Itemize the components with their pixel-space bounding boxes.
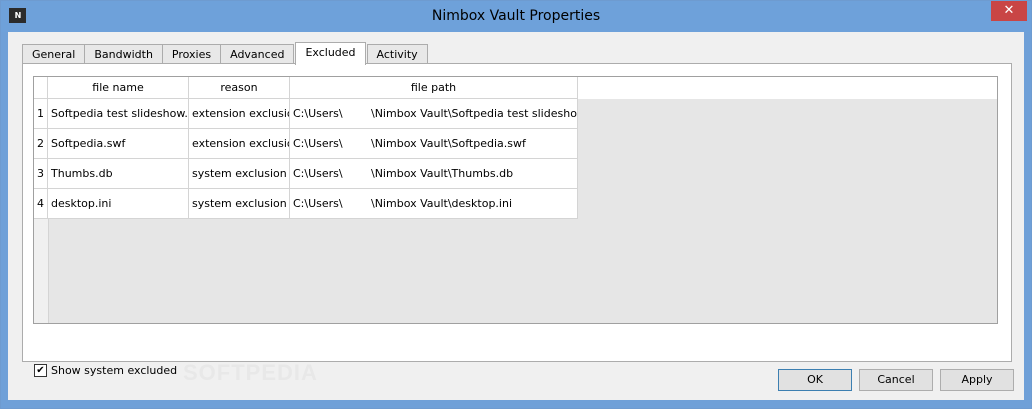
table-row[interactable]: 2 Softpedia.swf extension exclusion C:\U… — [34, 129, 578, 159]
reason-cell: system exclusion — [189, 189, 290, 219]
file-path-cell: C:\Users\ \Nimbox Vault\Thumbs.db — [290, 159, 578, 189]
apply-button[interactable]: Apply — [940, 369, 1014, 391]
table-header: file name reason file path — [34, 77, 997, 99]
table-row[interactable]: 4 desktop.ini system exclusion C:\Users\… — [34, 189, 578, 219]
show-system-excluded-option[interactable]: ✔ Show system excluded — [34, 364, 177, 377]
close-icon: ✕ — [1003, 3, 1015, 18]
file-name-cell: Thumbs.db — [48, 159, 189, 189]
table-row[interactable]: 1 Softpedia test slideshow.flv extension… — [34, 99, 578, 129]
reason-cell: extension exclusion — [189, 99, 290, 129]
window-title: Nimbox Vault Properties — [431, 8, 601, 24]
file-path-suffix: \Nimbox Vault\Thumbs.db — [371, 167, 514, 180]
file-name-cell: desktop.ini — [48, 189, 189, 219]
tab-activity[interactable]: Activity — [366, 44, 428, 64]
ok-button[interactable]: OK — [778, 369, 852, 391]
file-path-suffix: \Nimbox Vault\desktop.ini — [371, 197, 513, 210]
reason-cell: extension exclusion — [189, 129, 290, 159]
tab-general[interactable]: General — [22, 44, 86, 64]
file-path-suffix: \Nimbox Vault\Softpedia.swf — [371, 137, 526, 150]
tab-advanced[interactable]: Advanced — [220, 44, 295, 64]
tab-proxies[interactable]: Proxies — [161, 44, 222, 64]
column-header-reason[interactable]: reason — [189, 77, 290, 99]
file-path-prefix: C:\Users\ — [293, 167, 343, 180]
softpedia-watermark: SOFTPEDIA — [183, 360, 318, 385]
excluded-panel: file name reason file path 1 Softpedia t… — [22, 63, 1012, 385]
file-path-prefix: C:\Users\ — [293, 107, 343, 120]
show-system-excluded-checkbox[interactable]: ✔ — [34, 364, 47, 377]
tab-bandwidth[interactable]: Bandwidth — [84, 44, 163, 64]
table-row[interactable]: 3 Thumbs.db system exclusion C:\Users\ \… — [34, 159, 578, 189]
tab-excluded[interactable]: Excluded — [295, 42, 366, 65]
row-number-gutter — [34, 219, 49, 323]
show-system-excluded-label[interactable]: Show system excluded — [51, 364, 177, 377]
column-header-file-name[interactable]: file name — [48, 77, 189, 99]
row-number: 3 — [34, 159, 48, 189]
row-number: 1 — [34, 99, 48, 129]
row-number: 2 — [34, 129, 48, 159]
file-path-prefix: C:\Users\ — [293, 197, 343, 210]
reason-cell: system exclusion — [189, 159, 290, 189]
file-path-prefix: C:\Users\ — [293, 137, 343, 150]
file-name-cell: Softpedia test slideshow.flv — [48, 99, 189, 129]
file-path-cell: C:\Users\ \Nimbox Vault\desktop.ini — [290, 189, 578, 219]
file-path-cell: C:\Users\ \Nimbox Vault\Softpedia.swf — [290, 129, 578, 159]
cancel-button[interactable]: Cancel — [859, 369, 933, 391]
tab-strip: General Bandwidth Proxies Advanced Exclu… — [22, 42, 428, 65]
excluded-files-table[interactable]: file name reason file path 1 Softpedia t… — [33, 76, 998, 324]
close-button[interactable]: ✕ — [991, 1, 1027, 21]
row-number-header — [34, 77, 48, 99]
properties-window: N Nimbox Vault Properties ✕ General Band… — [0, 0, 1032, 409]
row-number: 4 — [34, 189, 48, 219]
column-header-file-path[interactable]: file path — [290, 77, 578, 99]
title-bar[interactable]: N Nimbox Vault Properties ✕ — [1, 1, 1031, 32]
dialog-body: General Bandwidth Proxies Advanced Exclu… — [8, 32, 1024, 400]
file-name-cell: Softpedia.swf — [48, 129, 189, 159]
file-path-cell: C:\Users\ \Nimbox Vault\Softpedia test s… — [290, 99, 578, 129]
file-path-suffix: \Nimbox Vault\Softpedia test slideshow.f… — [371, 107, 577, 120]
